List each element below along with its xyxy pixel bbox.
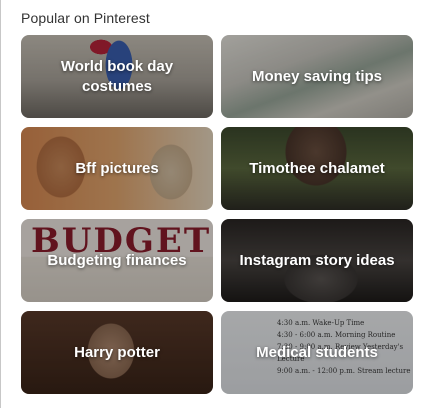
topic-card-label: Instagram story ideas (239, 251, 395, 269)
topic-card-label: Timothee chalamet (249, 159, 385, 177)
topic-card-label: Money saving tips (251, 67, 383, 85)
topic-card-timothee-chalamet[interactable]: Timothee chalamet (221, 127, 413, 210)
topic-card-label: Budgeting finances (47, 251, 187, 269)
topic-card-label: Bff pictures (75, 159, 159, 177)
topic-card-label: World book day costumes (60, 57, 174, 95)
topic-card-budgeting-finances[interactable]: BUDGET Budgeting finances (21, 219, 213, 302)
topic-grid: World book day costumes Money saving tip… (0, 0, 427, 408)
topic-card-instagram-story-ideas[interactable]: Instagram story ideas (221, 219, 413, 302)
topic-card-world-book-day-costumes[interactable]: World book day costumes (21, 35, 213, 118)
topic-card-label: Harry potter (74, 343, 160, 361)
topic-card-bff-pictures[interactable]: Bff pictures (21, 127, 213, 210)
topic-card-medical-students[interactable]: 4:30 a.m. Wake-Up Time 4:30 - 6:00 a.m. … (221, 311, 413, 394)
topic-card-money-saving-tips[interactable]: Money saving tips (221, 35, 413, 118)
topic-card-label: Medical students (256, 343, 378, 361)
topic-card-harry-potter[interactable]: Harry potter (21, 311, 213, 394)
